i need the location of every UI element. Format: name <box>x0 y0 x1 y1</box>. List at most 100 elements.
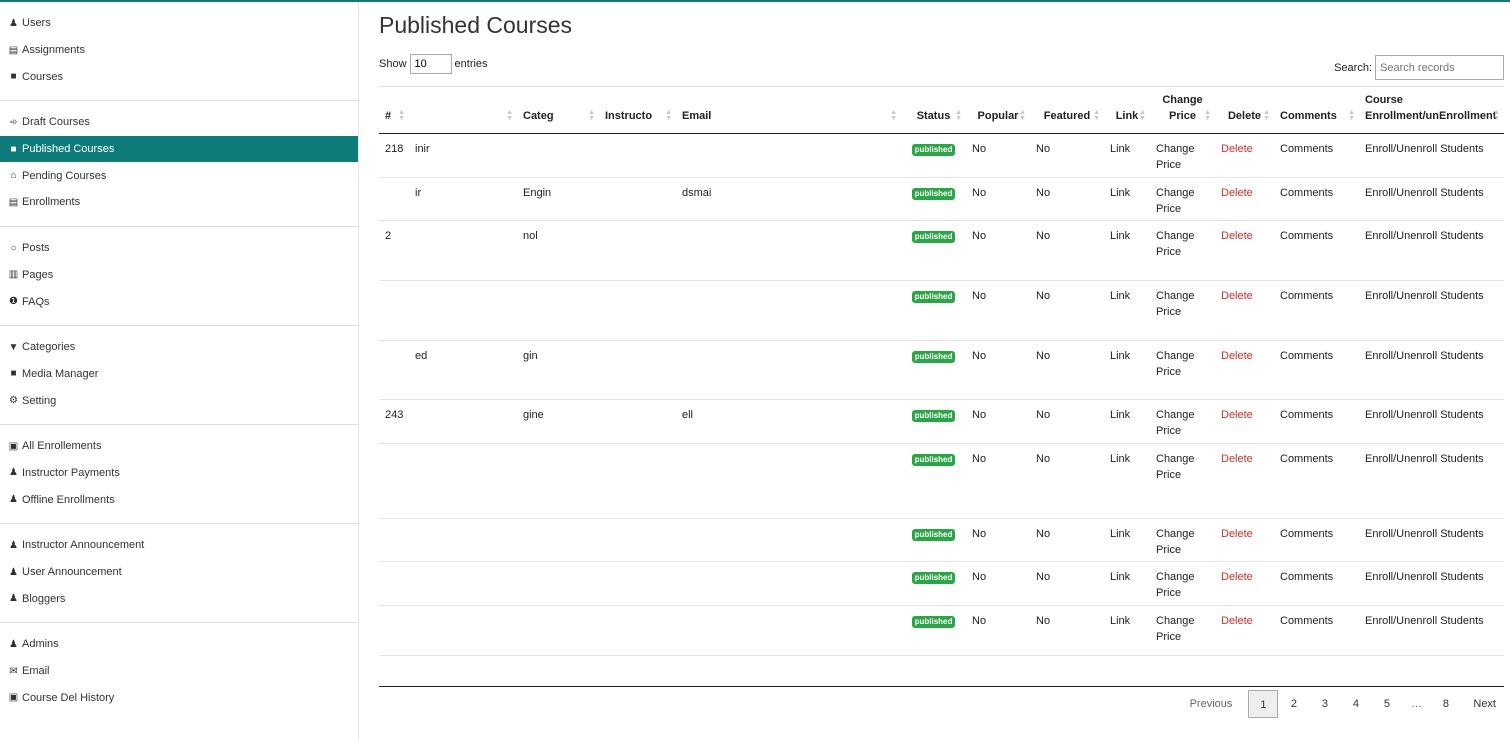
cell-link[interactable]: Link <box>1104 444 1150 519</box>
sidebar-item-instructor-payments[interactable]: ♟ Instructor Payments <box>0 460 358 487</box>
sidebar-item-pages[interactable]: ▥ Pages <box>0 262 358 289</box>
cell-change-price[interactable]: Change Price <box>1150 444 1215 519</box>
delete-link[interactable]: Delete <box>1221 528 1253 540</box>
link-link[interactable]: Link <box>1110 615 1130 627</box>
comments-link[interactable]: Comments <box>1280 453 1333 465</box>
cell-delete[interactable]: Delete <box>1215 606 1274 656</box>
change-price-link[interactable]: Change Price <box>1156 571 1195 599</box>
page-button-last[interactable]: 8 <box>1430 690 1461 718</box>
sidebar-item-media-manager[interactable]: ■ Media Manager <box>0 361 358 388</box>
cell-comments[interactable]: Comments <box>1274 519 1359 562</box>
cell-enroll[interactable]: Enroll/Unenroll Students <box>1359 134 1504 178</box>
column-header-email[interactable]: Email ▲ ▼ <box>676 87 901 134</box>
sidebar-item-setting[interactable]: ⚙ Setting <box>0 387 358 414</box>
cell-change-price[interactable]: Change Price <box>1150 400 1215 444</box>
cell-link[interactable]: Link <box>1104 178 1150 221</box>
delete-link[interactable]: Delete <box>1221 143 1253 155</box>
cell-enroll[interactable]: Enroll/Unenroll Students <box>1359 281 1504 341</box>
cell-comments[interactable]: Comments <box>1274 221 1359 281</box>
enroll-link[interactable]: Enroll/Unenroll Students <box>1365 409 1484 421</box>
column-header-popular[interactable]: Popular ▲ ▼ <box>966 87 1030 134</box>
change-price-link[interactable]: Change Price <box>1156 143 1195 171</box>
comments-link[interactable]: Comments <box>1280 409 1333 421</box>
link-link[interactable]: Link <box>1110 350 1130 362</box>
cell-link[interactable]: Link <box>1104 519 1150 562</box>
cell-comments[interactable]: Comments <box>1274 178 1359 221</box>
link-link[interactable]: Link <box>1110 230 1130 242</box>
column-header-comments[interactable]: Comments ▲ ▼ <box>1274 87 1359 134</box>
link-link[interactable]: Link <box>1110 290 1130 302</box>
column-header-delete[interactable]: Delete ▲ ▼ <box>1215 87 1274 134</box>
change-price-link[interactable]: Change Price <box>1156 290 1195 318</box>
change-price-link[interactable]: Change Price <box>1156 187 1195 215</box>
cell-change-price[interactable]: Change Price <box>1150 134 1215 178</box>
sidebar-item-all-enrollements[interactable]: ▣ All Enrollements <box>0 433 358 460</box>
cell-delete[interactable]: Delete <box>1215 400 1274 444</box>
cell-comments[interactable]: Comments <box>1274 281 1359 341</box>
link-link[interactable]: Link <box>1110 528 1130 540</box>
entries-length-select[interactable] <box>409 54 452 74</box>
link-link[interactable]: Link <box>1110 187 1130 199</box>
column-header-id[interactable]: # ▲ ▼ <box>379 87 409 134</box>
cell-enroll[interactable]: Enroll/Unenroll Students <box>1359 178 1504 221</box>
enroll-link[interactable]: Enroll/Unenroll Students <box>1365 230 1484 242</box>
column-header-change-price[interactable]: Change Price ▲ ▼ <box>1150 87 1215 134</box>
cell-link[interactable]: Link <box>1104 562 1150 606</box>
column-header-category[interactable]: Categ ▲ ▼ <box>517 87 599 134</box>
previous-page-button[interactable]: Previous <box>1182 690 1241 718</box>
comments-link[interactable]: Comments <box>1280 230 1333 242</box>
sidebar-item-categories[interactable]: ▼ Categories <box>0 334 358 361</box>
cell-change-price[interactable]: Change Price <box>1150 341 1215 400</box>
sidebar-item-course-del-history[interactable]: ▣ Course Del History <box>0 684 358 711</box>
cell-enroll[interactable]: Enroll/Unenroll Students <box>1359 562 1504 606</box>
sidebar-item-draft-courses[interactable]: ➾ Draft Courses <box>0 109 358 136</box>
sidebar-item-instructor-announcement[interactable]: ♟ Instructor Announcement <box>0 532 358 559</box>
next-page-button[interactable]: Next <box>1465 690 1504 718</box>
link-link[interactable]: Link <box>1110 453 1130 465</box>
change-price-link[interactable]: Change Price <box>1156 615 1195 643</box>
cell-change-price[interactable]: Change Price <box>1150 606 1215 656</box>
link-link[interactable]: Link <box>1110 143 1130 155</box>
comments-link[interactable]: Comments <box>1280 528 1333 540</box>
sidebar-item-courses[interactable]: ■ Courses <box>0 63 358 90</box>
sidebar-item-pending-courses[interactable]: ⌂ Pending Courses <box>0 162 358 189</box>
comments-link[interactable]: Comments <box>1280 187 1333 199</box>
sidebar-item-user-announcement[interactable]: ♟ User Announcement <box>0 559 358 586</box>
comments-link[interactable]: Comments <box>1280 143 1333 155</box>
sidebar-item-faqs[interactable]: ❶ FAQs <box>0 288 358 315</box>
cell-delete[interactable]: Delete <box>1215 281 1274 341</box>
cell-delete[interactable]: Delete <box>1215 221 1274 281</box>
change-price-link[interactable]: Change Price <box>1156 453 1195 481</box>
cell-change-price[interactable]: Change Price <box>1150 519 1215 562</box>
cell-delete[interactable]: Delete <box>1215 562 1274 606</box>
change-price-link[interactable]: Change Price <box>1156 350 1195 378</box>
enroll-link[interactable]: Enroll/Unenroll Students <box>1365 187 1484 199</box>
page-button-1[interactable]: 1 <box>1248 690 1279 718</box>
cell-delete[interactable]: Delete <box>1215 134 1274 178</box>
cell-comments[interactable]: Comments <box>1274 444 1359 519</box>
enroll-link[interactable]: Enroll/Unenroll Students <box>1365 143 1484 155</box>
cell-link[interactable]: Link <box>1104 281 1150 341</box>
page-button-4[interactable]: 4 <box>1340 690 1371 718</box>
comments-link[interactable]: Comments <box>1280 350 1333 362</box>
change-price-link[interactable]: Change Price <box>1156 409 1195 437</box>
change-price-link[interactable]: Change Price <box>1156 528 1195 556</box>
cell-delete[interactable]: Delete <box>1215 519 1274 562</box>
sidebar-item-assignments[interactable]: ▤ Assignments <box>0 37 358 64</box>
cell-change-price[interactable]: Change Price <box>1150 221 1215 281</box>
delete-link[interactable]: Delete <box>1221 230 1253 242</box>
delete-link[interactable]: Delete <box>1221 453 1253 465</box>
cell-enroll[interactable]: Enroll/Unenroll Students <box>1359 519 1504 562</box>
page-button-5[interactable]: 5 <box>1371 690 1402 718</box>
cell-comments[interactable]: Comments <box>1274 400 1359 444</box>
cell-enroll[interactable]: Enroll/Unenroll Students <box>1359 606 1504 656</box>
cell-comments[interactable]: Comments <box>1274 562 1359 606</box>
cell-enroll[interactable]: Enroll/Unenroll Students <box>1359 400 1504 444</box>
sidebar-item-published-courses[interactable]: ■ Published Courses <box>0 135 358 163</box>
column-header-enrollment[interactable]: Course Enrollment/unEnrollment ▲ ▼ <box>1359 87 1504 134</box>
sidebar-item-offline-enrollments[interactable]: ♟ Offline Enrollments <box>0 486 358 513</box>
sidebar-item-users[interactable]: ♟ Users <box>0 10 358 37</box>
enroll-link[interactable]: Enroll/Unenroll Students <box>1365 615 1484 627</box>
enroll-link[interactable]: Enroll/Unenroll Students <box>1365 528 1484 540</box>
cell-change-price[interactable]: Change Price <box>1150 178 1215 221</box>
